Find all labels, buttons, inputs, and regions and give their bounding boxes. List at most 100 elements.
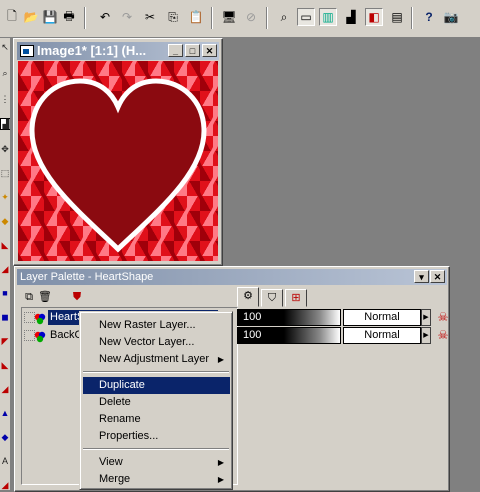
palette-close-button[interactable]: ✕ [430,270,445,283]
main-toolbar: 🗋 📂 💾 🖶 ↶ ↷ ✂ ⎘ 📋 🖥 ⊘ ⌕ ▭ ▥ ▟ ◧ ▤ ? 📷 [0,0,480,38]
menu-item-properties[interactable]: Properties... [83,428,230,445]
zoom-tool-icon[interactable]: ⌕ [0,68,10,78]
layer-context-menu: New Raster Layer... New Vector Layer... … [79,311,233,490]
menu-item-new-vector-layer[interactable]: New Vector Layer... [83,334,230,351]
blend-dropdown-arrow-icon[interactable]: ▶ [421,327,431,344]
layer-visibility-icon[interactable]: ☠ [435,310,451,325]
image-window: Image1* [1:1] (H... _ □ ✕ [13,38,223,266]
copy-icon[interactable]: ⎘ [164,8,182,26]
print-icon[interactable]: 🖶 [60,8,78,26]
maximize-button[interactable]: □ [185,44,200,57]
toolbar-separator [211,7,213,29]
menu-item-label: Rename [99,413,141,425]
tab-masks[interactable]: ⛉ [261,289,283,307]
menu-item-rename[interactable]: Rename [83,411,230,428]
tab-layer-properties[interactable]: ⚙ [237,287,259,307]
menu-item-duplicate[interactable]: Duplicate [83,377,230,394]
overview-icon[interactable]: ▤ [388,8,406,26]
dropper-icon[interactable]: ◆ [0,216,10,226]
opacity-slider[interactable]: 100 [237,309,341,326]
arrow-tool-icon[interactable]: ↖ [0,42,10,52]
delete-layer-icon[interactable]: 🗑 [37,289,53,305]
opacity-value: 100 [243,329,262,341]
help-icon[interactable]: ? [420,8,438,26]
menu-item-new-adjustment-layer[interactable]: New Adjustment Layer ▶ [83,351,230,368]
layer-properties-row: 100 Normal ▶ ☠ [237,309,448,326]
eraser-icon[interactable]: ◤ [0,336,10,346]
new-layer-icon[interactable]: ⧉ [21,289,37,305]
airbrush-icon[interactable]: ◢ [0,384,10,394]
save-icon[interactable]: 💾 [41,8,59,26]
open-icon[interactable]: 📂 [22,8,40,26]
submenu-arrow-icon: ▶ [217,475,224,484]
flood-fill-icon[interactable]: ▲ [0,408,10,418]
blend-mode-select[interactable]: Normal [343,327,421,344]
clone-brush-icon[interactable]: ◢ [0,264,10,274]
picture-tube-icon[interactable]: ◣ [0,360,10,370]
undo-icon[interactable]: ↶ [96,8,114,26]
menu-item-label: New Adjustment Layer [99,353,210,365]
selection-tool-icon[interactable]: ⬚ [0,168,10,178]
menu-item-label: New Vector Layer... [99,336,195,348]
blend-dropdown-arrow-icon[interactable]: ▶ [421,309,431,326]
disabled-icon[interactable]: ⊘ [242,8,260,26]
image-canvas[interactable] [18,61,218,261]
layer-palette-title-bar[interactable]: Layer Palette - HeartShape ▾ ✕ [17,269,447,285]
toolbar-separator [411,7,413,29]
menu-separator [83,448,229,450]
layer-palette-icon[interactable]: ◧ [365,8,383,26]
layer-palette-title: Layer Palette - HeartShape [20,271,154,283]
new-icon[interactable]: 🗋 [3,8,21,26]
move-tool-icon[interactable]: ✥ [0,144,10,154]
draw-tool-icon[interactable]: ◢ [0,480,10,490]
paintbrush-icon[interactable]: ◣ [0,240,10,250]
menu-item-new-raster-layer[interactable]: New Raster Layer... [83,317,230,334]
heart-shape [29,78,207,253]
histogram-icon[interactable]: ▟ [342,8,360,26]
color-palette-icon[interactable]: ▥ [319,8,337,26]
blend-mode-select[interactable]: Normal [343,309,421,326]
magic-wand-icon[interactable]: ✦ [0,192,10,202]
paste-icon[interactable]: 📋 [187,8,205,26]
color-replacer-icon[interactable]: ■ [0,288,10,298]
image-window-title-bar[interactable]: Image1* [1:1] (H... _ □ ✕ [17,42,219,60]
image-window-title: Image1* [1:1] (H... [37,43,147,58]
opacity-value: 100 [243,311,262,323]
opacity-slider[interactable]: 100 [237,327,341,344]
image-icon [20,45,34,57]
menu-item-label: Duplicate [99,379,145,391]
rollup-button[interactable]: ▾ [414,270,429,283]
redo-icon[interactable]: ↷ [118,8,136,26]
raster-layer-icon [34,313,46,325]
toolbar-separator [266,7,268,29]
minimize-button[interactable]: _ [168,44,183,57]
menu-item-label: Delete [99,396,131,408]
zoom-icon[interactable]: ⌕ [275,8,293,26]
menu-item-label: Properties... [99,430,159,442]
capture-icon[interactable]: 📷 [442,8,460,26]
tool-palette: ↖ ⌕ ⋮ ▟ ✥ ⬚ ✦ ◆ ◣ ◢ ■ ◼ ◤ ◣ ◢ ▲ ◆ A ◢ [0,38,11,490]
layer-properties-row: 100 Normal ▶ ☠ [237,327,448,344]
raster-layer-icon [34,331,46,343]
toolbar-toggle-icon[interactable]: ▭ [297,8,315,26]
browse-icon[interactable]: 🖥 [220,8,238,26]
text-tool-icon[interactable]: A [0,456,10,466]
layer-group-icon[interactable]: ⛊ [69,289,85,305]
crop-tool-icon[interactable]: ▟ [0,118,10,130]
submenu-arrow-icon: ▶ [217,458,224,467]
menu-item-label: View [99,456,123,468]
cut-icon[interactable]: ✂ [141,8,159,26]
tab-groups[interactable]: ⊞ [285,289,307,307]
layer-visibility-icon[interactable]: ☠ [435,328,451,343]
retouch-icon[interactable]: ◼ [0,312,10,322]
menu-item-view[interactable]: View ▶ [83,454,230,471]
menu-item-delete[interactable]: Delete [83,394,230,411]
toolbar-separator [84,7,86,29]
deform-tool-icon[interactable]: ⋮ [0,94,10,104]
menu-item-merge[interactable]: Merge ▶ [83,471,230,488]
menu-item-label: New Raster Layer... [99,319,196,331]
menu-item-label: Merge [99,473,131,485]
preset-shapes-icon[interactable]: ◆ [0,432,10,442]
menu-separator [83,371,229,373]
close-button[interactable]: ✕ [202,44,217,57]
